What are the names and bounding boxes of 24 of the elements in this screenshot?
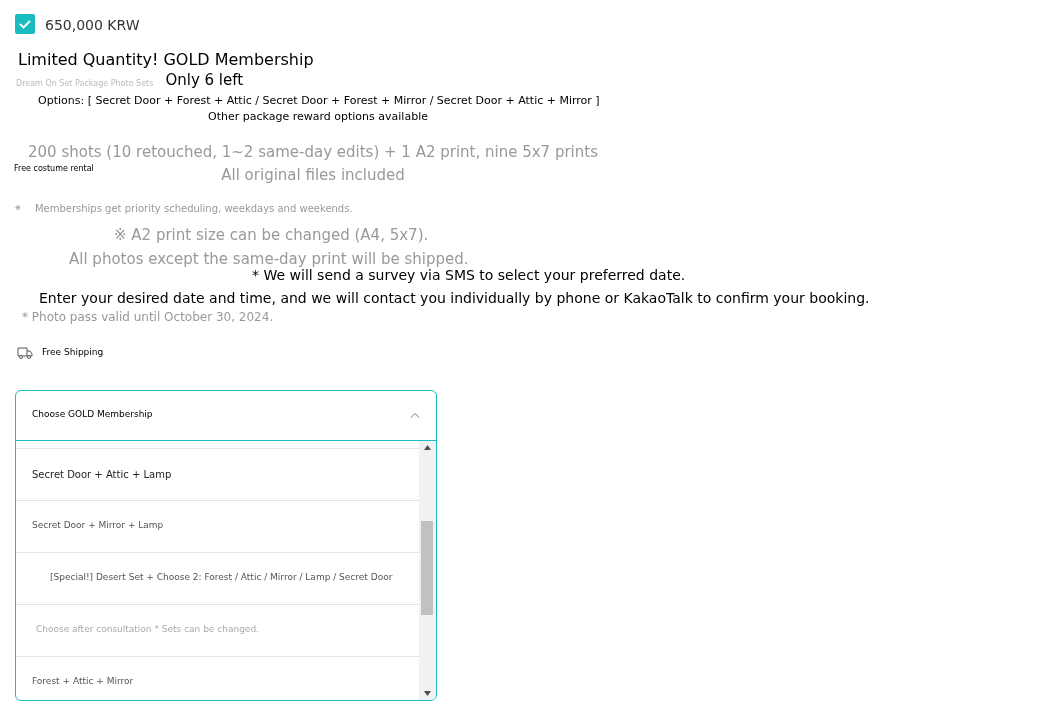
survey-text: * We will send a survey via SMS to select your preferred date. <box>251 267 687 285</box>
scroll-down-icon[interactable] <box>424 690 431 696</box>
shots-text: 200 shots (10 retouched, 1~2 same-day edits) + 1 A2 print, nine 5x7 prints <box>28 142 598 163</box>
shipping-text: Free Shipping <box>42 346 104 359</box>
print-size-text: ※ A2 print size can be changed (A4, 5x7). <box>113 225 430 245</box>
membership-dropdown[interactable]: Choose GOLD Membership <box>16 390 436 441</box>
dropdown-option[interactable]: Forest + Attic + Mirror <box>16 655 419 700</box>
priority-text: Memberships get priority scheduling, weekdays and weekends. <box>34 202 353 216</box>
stock-text: Only 6 left <box>165 70 244 90</box>
scrollbar[interactable] <box>419 440 436 700</box>
scroll-up-icon[interactable] <box>424 444 431 450</box>
product-title: Limited Quantity! GOLD Membership <box>17 50 315 70</box>
files-text: All original files included <box>221 165 405 186</box>
subtitle: Dream On Set Package Photo Sets <box>16 78 154 90</box>
costume-text: Free costume rental <box>14 163 94 175</box>
checkbox[interactable] <box>15 13 35 34</box>
validity-text: * Photo pass valid until October 30, 2024. <box>21 309 275 325</box>
contact-text: Enter your desired date and time, and we will contact you individually by phone or KakaoTalk to confirm your booking. <box>38 289 871 308</box>
options-note: Other package reward options available <box>207 109 429 125</box>
options-text: Options: [ Secret Door + Forest + Attic / Secret Door + Forest + Mirror / Secret Door + Attic + Mirror ] <box>37 93 601 109</box>
price: 650,000 KRW <box>45 16 140 35</box>
chevron-icon <box>410 412 420 418</box>
shipping-note: All photos except the same-day print will be shipped. <box>68 249 470 269</box>
truck-icon <box>17 346 33 359</box>
